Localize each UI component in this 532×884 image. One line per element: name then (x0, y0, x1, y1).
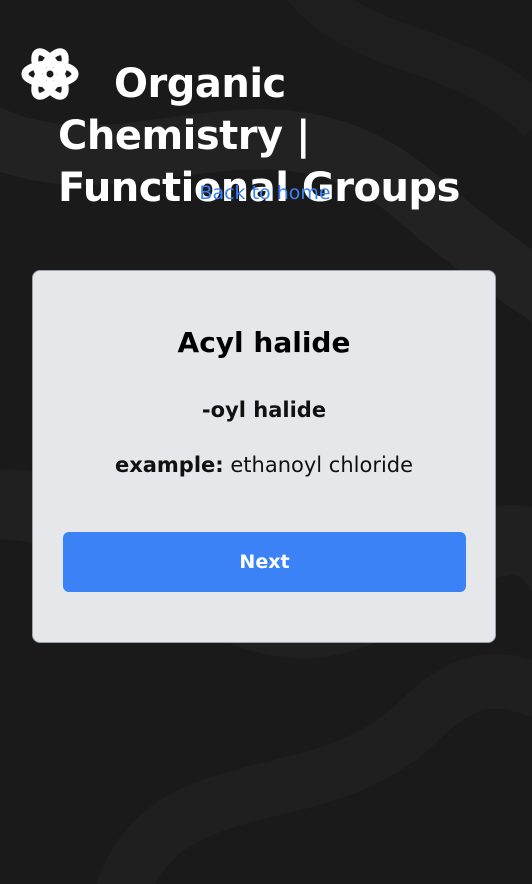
next-button[interactable]: Next (63, 532, 466, 592)
example-label: example: (114, 453, 224, 477)
page-header: Organic Chemistry | Functional Groups Ba… (0, 0, 532, 240)
group-suffix: -oyl halide (201, 398, 327, 422)
example-value: ethanoyl chloride (230, 453, 414, 477)
group-example: example: ethanoyl chloride (33, 451, 495, 479)
group-name: Acyl halide (177, 326, 351, 359)
back-to-home-link[interactable]: Back to home (0, 180, 530, 206)
functional-group-card: Acyl halide -oyl halide example: ethanoy… (32, 270, 496, 643)
